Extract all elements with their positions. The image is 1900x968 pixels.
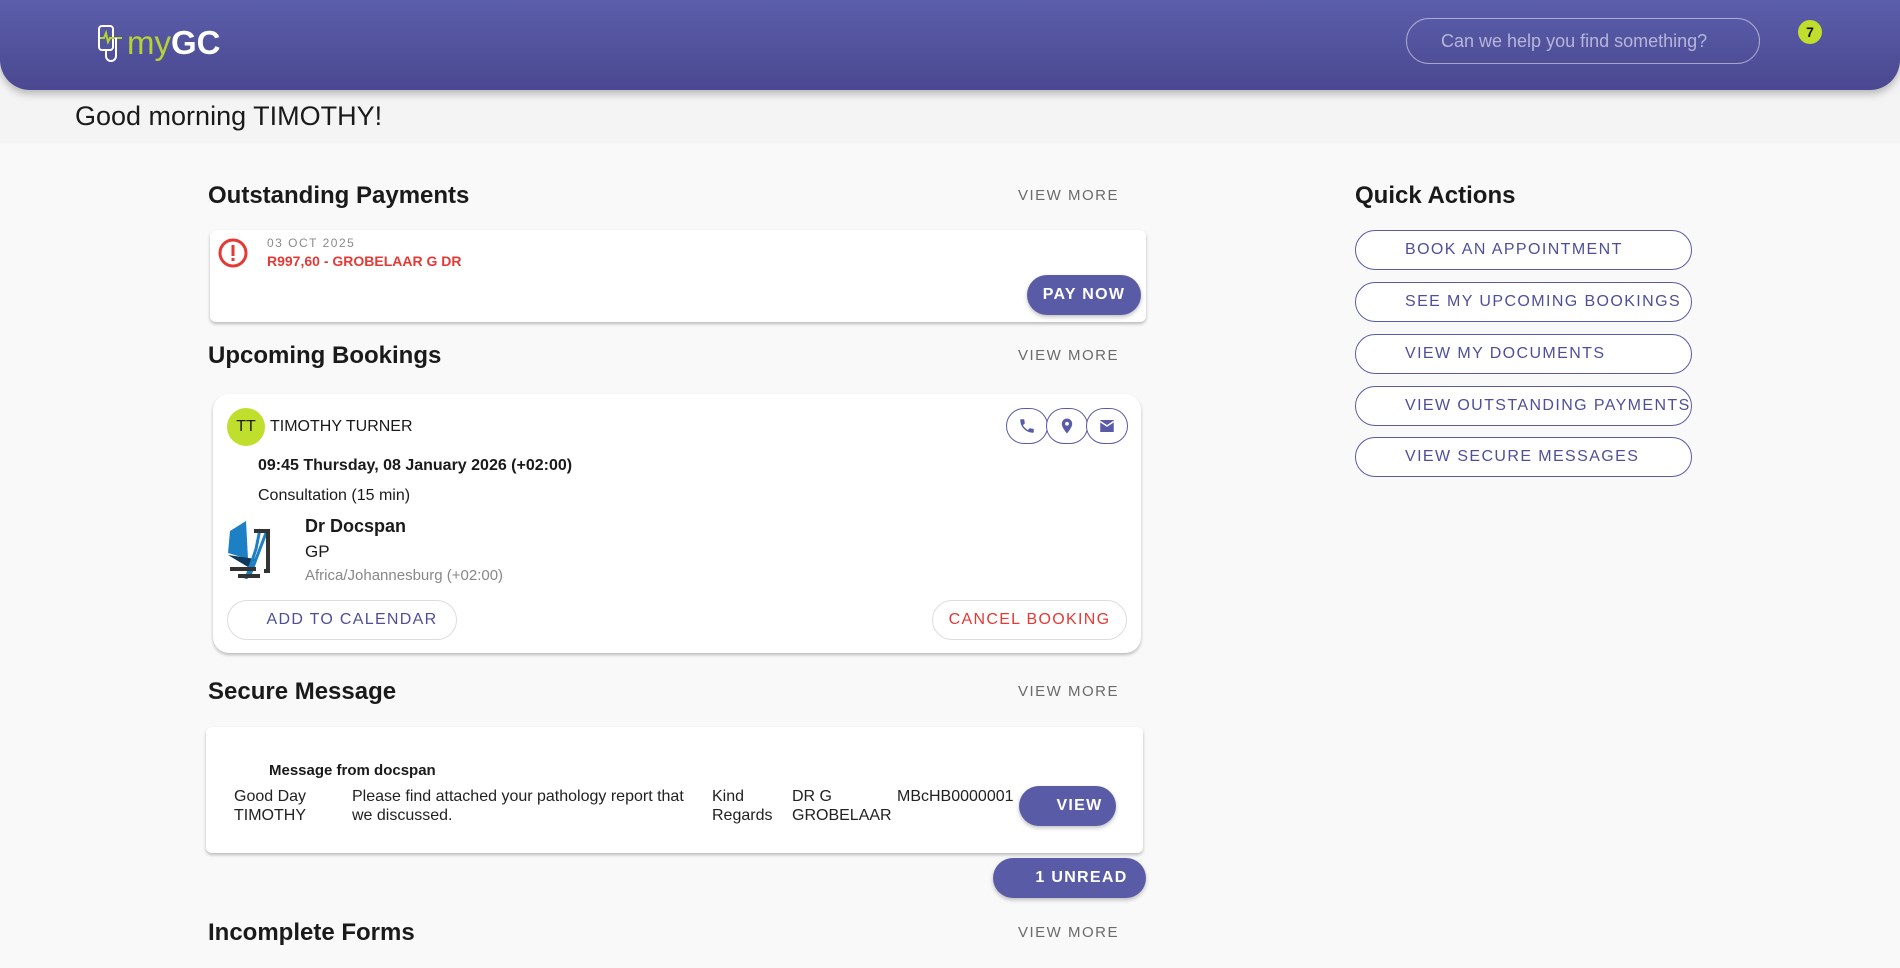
message-sender: DR G GROBELAAR bbox=[792, 788, 892, 824]
map-pin-icon bbox=[1061, 418, 1073, 434]
payment-card: 03 OCT 2025 R997,60 - GROBELAAR G DR PAY… bbox=[210, 230, 1146, 322]
booking-card: TT TIMOTHY TURNER 09:45 Thursday, 08 Jan… bbox=[213, 394, 1141, 653]
doctor-name: Dr Docspan bbox=[305, 516, 407, 536]
alert-icon bbox=[218, 238, 248, 268]
doctor-specialty: GP bbox=[305, 542, 330, 561]
patient-name: TIMOTHY TURNER bbox=[270, 418, 413, 435]
pay-now-button[interactable]: PAY NOW bbox=[1027, 275, 1141, 315]
message-ref: MBcHB0000001 bbox=[897, 788, 1014, 805]
logo-gc: GC bbox=[171, 24, 221, 61]
avatar: TT bbox=[227, 408, 265, 446]
payment-description: R997,60 - GROBELAAR G DR bbox=[267, 253, 462, 269]
booking-datetime: 09:45 Thursday, 08 January 2026 (+02:00) bbox=[258, 457, 573, 474]
cancel-booking-button[interactable]: CANCEL BOOKING bbox=[932, 600, 1127, 640]
unread-button[interactable]: 1 UNREAD bbox=[993, 858, 1146, 898]
message-greeting: Good Day TIMOTHY bbox=[234, 788, 307, 824]
quick-action-outstanding-payments[interactable]: VIEW OUTSTANDING PAYMENTS bbox=[1355, 386, 1692, 426]
search-input[interactable] bbox=[1406, 18, 1760, 64]
outstanding-payments-title: Outstanding Payments bbox=[208, 182, 470, 209]
doctor-timezone: Africa/Johannesburg (+02:00) bbox=[305, 567, 504, 584]
practice-logo bbox=[228, 521, 270, 579]
payment-date: 03 OCT 2025 bbox=[267, 236, 356, 250]
booking-type: Consultation (15 min) bbox=[258, 487, 411, 504]
quick-action-book-appointment[interactable]: BOOK AN APPOINTMENT bbox=[1355, 230, 1692, 270]
call-button[interactable] bbox=[1006, 408, 1048, 444]
email-button[interactable] bbox=[1086, 408, 1128, 444]
incomplete-forms-title: Incomplete Forms bbox=[208, 919, 415, 946]
forms-view-more[interactable]: VIEW MORE bbox=[1018, 924, 1119, 941]
quick-actions-title: Quick Actions bbox=[1355, 182, 1516, 209]
mail-icon bbox=[1099, 420, 1115, 432]
message-body: Please find attached your pathology repo… bbox=[352, 788, 684, 824]
message-closing: Kind Regards bbox=[712, 788, 773, 824]
bookings-view-more[interactable]: VIEW MORE bbox=[1018, 347, 1119, 364]
phone-icon bbox=[1020, 419, 1034, 433]
view-message-button[interactable]: VIEW bbox=[1019, 786, 1116, 826]
outstanding-view-more[interactable]: VIEW MORE bbox=[1018, 187, 1119, 204]
top-header: myGC 7 bbox=[0, 0, 1900, 90]
messages-view-more[interactable]: VIEW MORE bbox=[1018, 683, 1119, 700]
location-button[interactable] bbox=[1046, 408, 1088, 444]
logo[interactable]: my GC bbox=[97, 24, 221, 62]
upcoming-bookings-title: Upcoming Bookings bbox=[208, 342, 442, 369]
message-card: Message from docspan Good Day TIMOTHY Pl… bbox=[206, 727, 1143, 853]
quick-action-secure-messages[interactable]: VIEW SECURE MESSAGES bbox=[1355, 437, 1692, 477]
logo-my: my bbox=[127, 24, 171, 61]
quick-action-documents[interactable]: VIEW MY DOCUMENTS bbox=[1355, 334, 1692, 374]
secure-message-title: Secure Message bbox=[208, 678, 397, 705]
stethoscope-phone-icon bbox=[98, 25, 122, 62]
notification-badge[interactable]: 7 bbox=[1798, 20, 1822, 44]
add-to-calendar-button[interactable]: ADD TO CALENDAR bbox=[227, 600, 457, 640]
message-subject: Message from docspan bbox=[269, 762, 436, 779]
quick-action-upcoming-bookings[interactable]: SEE MY UPCOMING BOOKINGS bbox=[1355, 282, 1692, 322]
greeting: Good morning TIMOTHY! bbox=[75, 101, 383, 131]
